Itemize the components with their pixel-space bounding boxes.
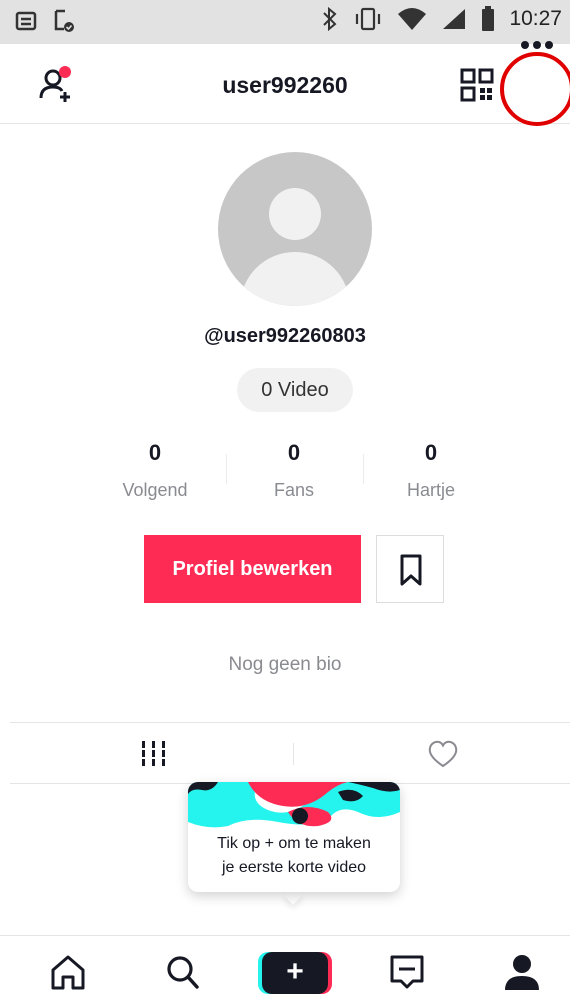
stat-fans[interactable]: 0 Fans [224, 440, 364, 501]
battery-icon [482, 6, 495, 31]
notes-icon [15, 11, 37, 31]
signal-icon [443, 9, 466, 29]
profile-tabs [10, 722, 570, 784]
profile-handle: @user992260803 [204, 325, 366, 347]
tab-divider [293, 743, 294, 765]
discover-search-icon[interactable] [162, 952, 202, 992]
highlight-circle [500, 52, 570, 126]
qr-code-icon[interactable] [460, 68, 494, 102]
status-bar: 10:27 [0, 0, 570, 44]
stat-label: Volgend [122, 480, 188, 500]
inbox-icon[interactable] [387, 952, 427, 992]
tooltip-line-2: je eerste korte video [221, 859, 367, 876]
vibrate-icon [356, 7, 381, 31]
profile-me-icon[interactable] [502, 952, 542, 992]
edit-profile-button[interactable]: Profiel bewerken [144, 535, 361, 603]
doc-check-icon [54, 9, 74, 32]
tooltip-text: Tik op + om te maken je eerste korte vid… [188, 832, 400, 880]
status-time: 10:27 [509, 7, 562, 30]
liked-heart-icon[interactable] [427, 739, 459, 769]
home-icon[interactable] [48, 952, 88, 992]
video-count-badge: 0 Video [237, 368, 353, 412]
plus-icon: + [286, 955, 304, 988]
stat-value: 0 [424, 440, 438, 465]
stat-label: Fans [273, 480, 315, 500]
tooltip-illustration [188, 782, 400, 828]
profile-bio: Nog geen bio [228, 654, 342, 675]
tooltip-line-1: Tik op + om te maken [217, 835, 371, 852]
stat-label: Hartje [406, 480, 455, 500]
bluetooth-icon [323, 6, 337, 32]
more-options-icon[interactable] [520, 38, 554, 52]
stat-likes[interactable]: 0 Hartje [361, 440, 501, 501]
stat-following[interactable]: 0 Volgend [85, 440, 225, 501]
create-video-tooltip: Tik op + om te maken je eerste korte vid… [188, 782, 400, 892]
avatar-head [269, 188, 321, 240]
bookmark-icon [400, 554, 422, 586]
videos-grid-icon[interactable] [140, 741, 168, 767]
profile-header: user992260 [0, 44, 570, 126]
avatar-body [240, 252, 350, 306]
avatar[interactable] [218, 152, 372, 306]
stat-value: 0 [148, 440, 162, 465]
wifi-icon [398, 8, 427, 30]
create-video-button[interactable]: + [258, 952, 332, 994]
stat-value: 0 [287, 440, 301, 465]
profile-stats: 0 Volgend 0 Fans 0 Hartje [0, 440, 570, 510]
bottom-nav: + [0, 935, 570, 1005]
bookmark-button[interactable] [376, 535, 444, 603]
